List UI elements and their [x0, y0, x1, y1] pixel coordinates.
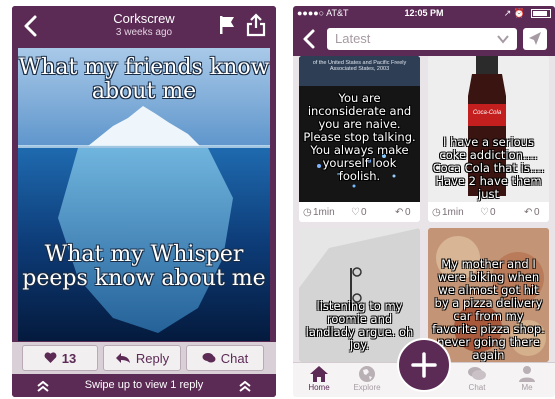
feed-filter-value: Latest [335, 31, 371, 46]
chat-bubble-icon [202, 353, 216, 363]
action-bar: 13 Reply Chat [12, 342, 276, 374]
reply-icon: ↶ [524, 207, 533, 218]
globe-icon [359, 366, 375, 382]
card-replies: 0 [405, 207, 411, 218]
swipe-hint: Swipe up to view 1 reply [84, 379, 204, 391]
detail-header: Corkscrew 3 weeks ago [12, 6, 276, 46]
tab-chat[interactable]: Chat [457, 365, 497, 392]
person-icon [519, 366, 535, 382]
card-time: 1min [442, 207, 464, 218]
heart-icon: ♡ [480, 207, 489, 218]
battery-icon [531, 9, 551, 18]
caption-bottom: What my Whisper peeps know about me [22, 242, 266, 291]
chat-button[interactable]: Chat [186, 345, 264, 371]
flag-icon[interactable] [218, 14, 236, 36]
whisper-feed-screen: ●●●●○ AT&T 12:05 PM ↗ ⏰ Latest of the Un… [293, 6, 555, 397]
double-chevron-up-icon [37, 380, 49, 392]
chat-icon [468, 367, 486, 380]
status-bar: ●●●●○ AT&T 12:05 PM ↗ ⏰ [293, 6, 555, 22]
clock-icon: ◷ [432, 207, 441, 218]
double-chevron-up-icon [239, 380, 251, 392]
whisper-card[interactable]: Coca-Cola I have a serious coke addictio… [428, 56, 549, 222]
whisper-card[interactable]: of the United States and Pacific Freely … [299, 56, 420, 222]
tab-label: Home [308, 383, 330, 392]
reply-arrow-icon [115, 353, 130, 363]
feed-nav: Latest [293, 22, 555, 56]
card-message: You are inconsiderate and you are naive.… [303, 91, 416, 183]
like-button[interactable]: 13 [22, 345, 98, 371]
post-timestamp: 3 weeks ago [115, 27, 173, 38]
like-count: 13 [61, 350, 77, 366]
tab-label: Explore [353, 383, 381, 392]
card-image-text: Coca-Cola [472, 110, 502, 116]
share-icon[interactable] [246, 13, 266, 37]
feed-filter-select[interactable]: Latest [327, 28, 517, 50]
caption-top: What my friends know about me [18, 55, 270, 104]
whisper-feed: of the United States and Pacific Freely … [293, 56, 555, 362]
heart-icon: ♡ [351, 207, 360, 218]
clock-icon: ◷ [303, 207, 312, 218]
reply-button[interactable]: Reply [103, 345, 181, 371]
location-button[interactable] [523, 28, 547, 50]
chat-label: Chat [220, 350, 249, 366]
author-name: Corkscrew [113, 11, 175, 26]
plus-icon [411, 352, 437, 378]
heart-icon [44, 352, 57, 363]
location-arrow-icon [529, 32, 541, 45]
tab-home[interactable]: Home [299, 365, 339, 392]
card-image-text: of the United States and Pacific Freely … [312, 60, 407, 72]
card-replies: 0 [534, 207, 540, 218]
tab-label: Chat [468, 383, 486, 392]
tab-label: Me [521, 383, 533, 392]
swipe-footer[interactable]: Swipe up to view 1 reply [12, 375, 276, 397]
whisper-image: What my friends know about me What my Wh… [18, 48, 270, 341]
status-icons: ↗ ⏰ [503, 8, 525, 18]
card-message: I have a serious coke addiction.... Coca… [432, 135, 545, 201]
card-hearts: 0 [361, 207, 367, 218]
card-meta: ◷ 1min ♡ 0 ↶ 0 [299, 202, 420, 222]
card-meta: ◷ 1min ♡ 0 ↶ 0 [428, 202, 549, 222]
card-time: 1min [313, 207, 335, 218]
chevron-left-icon[interactable] [300, 28, 320, 50]
tab-explore[interactable]: Explore [347, 365, 387, 392]
reply-label: Reply [135, 350, 170, 366]
reply-icon: ↶ [395, 207, 404, 218]
compose-button[interactable] [397, 338, 451, 392]
chevron-left-icon[interactable] [20, 14, 42, 38]
chevron-down-icon [497, 35, 509, 44]
whisper-detail-screen: Corkscrew 3 weeks ago What my friends kn… [12, 6, 276, 397]
tab-me[interactable]: Me [507, 365, 547, 392]
card-hearts: 0 [490, 207, 496, 218]
home-icon [310, 366, 328, 382]
